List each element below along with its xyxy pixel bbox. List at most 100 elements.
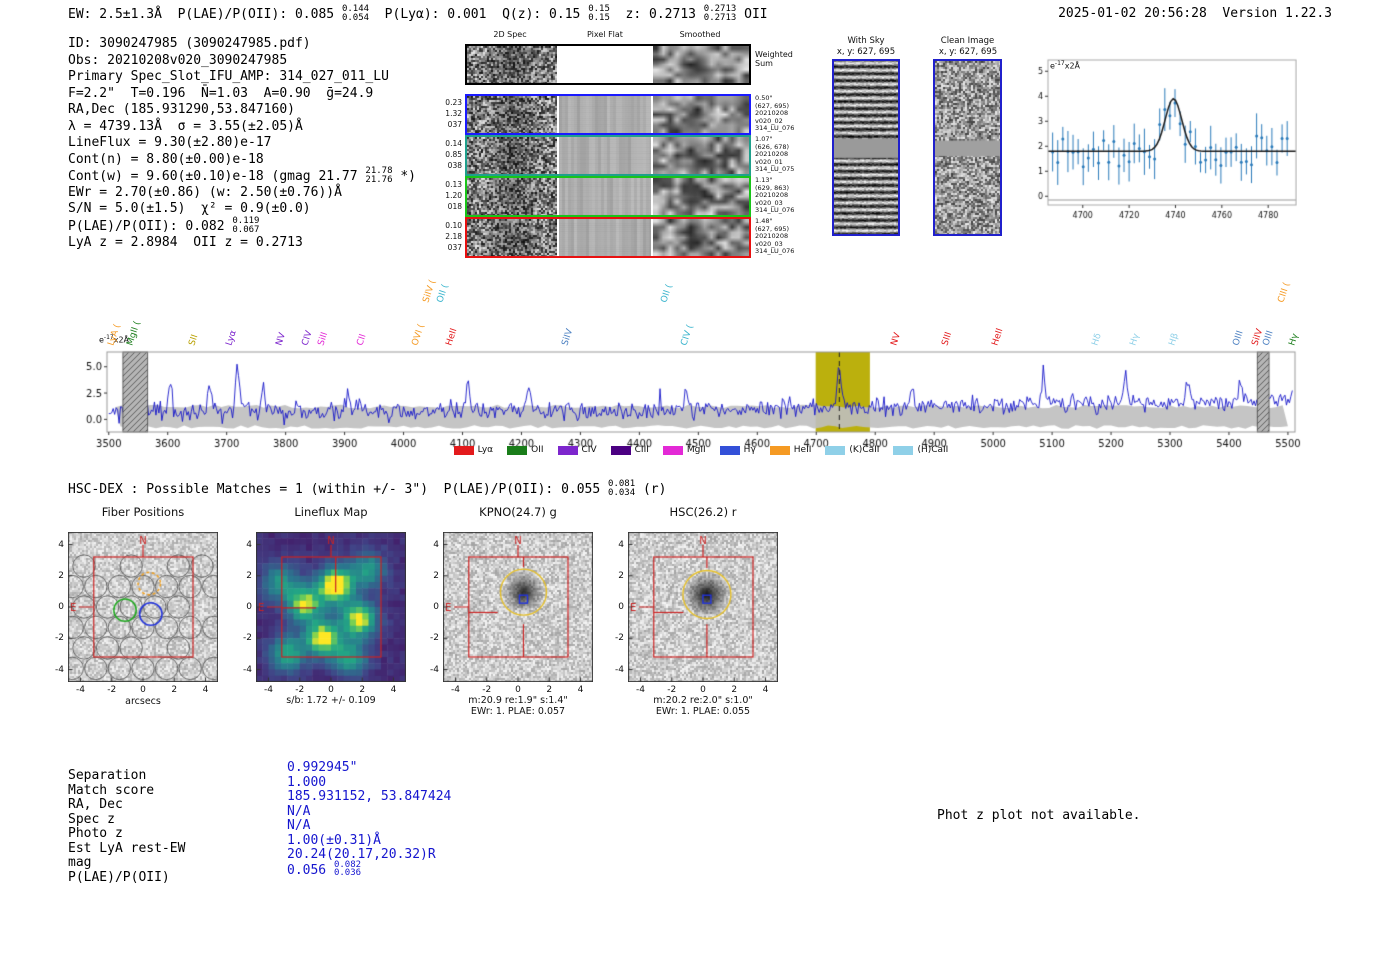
spec2d-image-strip: [465, 217, 751, 258]
legend-label: CIII: [634, 445, 649, 455]
match-table-labels: Separation Match score RA, Dec Spec z Photo …: [68, 768, 185, 885]
spec2d-fiber-info: 1.48" (627, 695) 20210208 v020_03 314_LU_076: [755, 217, 795, 256]
spec2d-image: [467, 137, 557, 174]
legend-item: Hγ: [719, 445, 756, 455]
emission-line-label: Lyα: [224, 329, 239, 347]
spec2d-fiber-info: 1.07" (626, 678) 20210208 v020_01 314_LU_075: [755, 135, 795, 174]
fraction-stack: 0.2713 0.2713: [703, 4, 737, 23]
spec2d-row: 0.13 1.20 018 1.13" (629, 863) 20210208 v020_0…: [443, 176, 803, 217]
info-line: EWr = 2.70(±0.86) (w: 2.50(±0.76))Å: [68, 184, 342, 200]
line-fit-plot: [1032, 50, 1297, 225]
x-tick-label: 2: [359, 685, 366, 695]
spec2d-weight-labels: 0.14 0.85 038: [445, 139, 462, 170]
spec2d-weight-labels: 0.10 2.18 037: [445, 221, 462, 252]
legend-swatch: [662, 445, 683, 455]
hsc-dex-match-line: HSC-DEX : Possible Matches = 1 (within +…: [68, 479, 667, 498]
match-label: Separation: [68, 768, 147, 783]
emission-line-label: CIV: [300, 329, 316, 347]
x-tick-label: 0: [515, 685, 521, 695]
match-value: N/A: [287, 803, 311, 819]
y-tick-label: -2: [430, 633, 439, 644]
spec2d-rows: 0.23 1.32 037 0.50" (627, 695) 20210208 v020_0…: [443, 44, 803, 264]
spec2d-col-header-1: 2D Spec: [493, 30, 527, 39]
panel-caption: EWr: 1. PLAE: 0.055: [655, 706, 751, 717]
emission-line-label: NV: [274, 331, 289, 347]
emission-line-label: CIII (: [1276, 281, 1293, 304]
emission-line-label: Hβ: [1167, 332, 1181, 347]
spec2d-image: [467, 219, 557, 256]
x-tick-label: -4: [264, 685, 273, 695]
y-tick-label: 2: [58, 570, 64, 581]
x-tick-label: 2: [546, 685, 553, 695]
emission-line-label: CII: [355, 332, 369, 347]
spec2d-image-strip: [465, 176, 751, 217]
legend-label: HeII: [793, 445, 812, 455]
info-line: LyA z = 2.8984 OII z = 0.2713: [68, 234, 303, 250]
x-tick-label: -2: [295, 685, 305, 695]
fraction-stack: 0.144 0.054: [341, 4, 370, 23]
emission-line-label: SiIV: [560, 327, 576, 347]
x-tick-label: 4: [390, 685, 397, 695]
info-line: Primary Spec_Slot_IFU_AMP: 314_027_011_L…: [68, 69, 389, 85]
pixel-flat-image: [559, 178, 651, 215]
legend-swatch: [769, 445, 790, 455]
y-tick-label: 0: [618, 602, 624, 612]
legend-label: Lyα: [477, 445, 494, 455]
info-line: Cont(w) = 9.60(±0.10)e-18 (gmag 21.77 21…: [68, 166, 416, 185]
timestamp-version: 2025-01-02 20:56:28 Version 1.22.3: [1058, 6, 1332, 21]
clean-image-image: [935, 61, 1000, 234]
match-value: 0.056 0.082 0.036: [287, 859, 362, 879]
legend-item: CIII: [610, 445, 649, 455]
emission-line-label: Hγ: [1128, 332, 1142, 347]
axis-label: arcsecs: [125, 696, 161, 707]
legend-swatch: [719, 445, 740, 455]
emission-line-label: CIV (: [679, 323, 696, 347]
info-line: Cont(n) = 8.80(±0.00)e-18: [68, 151, 264, 167]
legend-swatch: [610, 445, 631, 455]
emission-line-label: SII: [187, 333, 201, 347]
legend-item: OII: [507, 445, 544, 455]
with-sky-panel: [832, 59, 900, 236]
spec2d-image: [467, 178, 557, 215]
legend-swatch: [893, 445, 914, 455]
fraction-stack: 0.082 0.036: [333, 859, 362, 879]
spec2d-fiber-info: 1.13" (629, 863) 20210208 v020_03 314_LU_076: [755, 176, 795, 215]
spec2d-row: [443, 44, 803, 85]
main-spectrum-ylabel: e-17x2Å: [99, 334, 130, 345]
emission-line-label: OIII: [1261, 329, 1277, 347]
emission-line-label: HeII: [444, 327, 460, 347]
emission-line-label: SIII: [939, 330, 954, 347]
legend-label: CIV: [581, 445, 597, 455]
fiber-positions-cutout: [68, 532, 218, 682]
y-tick-label: -2: [615, 633, 624, 644]
match-label: Spec z: [68, 811, 115, 827]
emission-line-label: SiII: [316, 331, 330, 347]
main-spectrum-plot: [75, 346, 1310, 450]
line-fit-ylabel: e-17x2Å: [1050, 60, 1081, 71]
match-value: 185.931152, 53.847424: [287, 789, 452, 805]
y-tick-label: 0: [246, 602, 252, 612]
clean-image-coords: x, y: 627, 695: [938, 47, 998, 57]
fraction-stack: 0.15 0.15: [588, 4, 610, 23]
y-tick-label: 4: [246, 539, 252, 550]
panel-caption: m:20.2 re:2.0" s:1.0": [653, 695, 753, 706]
match-label: mag: [68, 855, 92, 871]
y-tick-label: -2: [55, 633, 64, 644]
match-value: 1.00(±0.31)Å: [287, 832, 381, 848]
spec2d-row: 0.23 1.32 037 0.50" (627, 695) 20210208 v020_0…: [443, 94, 803, 135]
match-table-values: 0.992945" 1.000 185.931152, 53.847424 N/A N/…: [287, 760, 452, 879]
legend-item: MgII: [662, 445, 706, 455]
match-label: P(LAE)/P(OII): [68, 869, 170, 885]
x-tick-label: 4: [577, 685, 584, 695]
with-sky-coords: x, y: 627, 695: [836, 47, 896, 57]
fiber-positions-title: Fiber Positions: [101, 505, 185, 519]
pixel-flat-image: [559, 96, 651, 133]
y-tick-label: 2: [433, 570, 439, 581]
summary-header: EW: 2.5±1.3Å P(LAE)/P(OII): 0.085 0.144 0…: [68, 4, 768, 23]
pixel-flat-image: [559, 219, 651, 256]
legend-label: (H)CaII: [917, 445, 949, 455]
smoothed-image: [653, 96, 749, 133]
y-tick-label: 4: [58, 539, 64, 550]
clean-image-title: Clean Image: [940, 36, 995, 46]
emission-line-label: SiIV: [1250, 327, 1265, 347]
